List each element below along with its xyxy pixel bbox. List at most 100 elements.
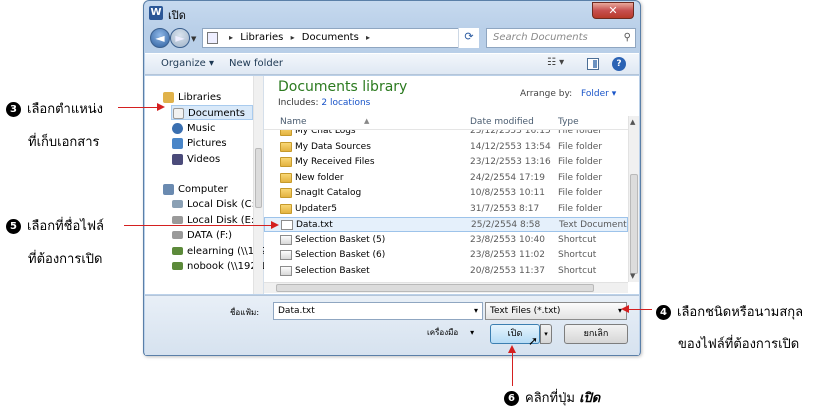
library-includes: Includes: 2 locations <box>278 98 370 108</box>
mouse-cursor-icon: ➚ <box>528 334 539 348</box>
sidebar-item-music[interactable]: Music <box>172 121 215 136</box>
breadcrumb-separator[interactable]: ▸ <box>366 33 370 42</box>
sidebar-item-data-f[interactable]: DATA (F:) <box>172 228 232 243</box>
folder-icon <box>280 188 292 198</box>
scrollbar-thumb[interactable] <box>255 148 262 208</box>
folder-icon <box>280 157 292 167</box>
sidebar-item-libraries[interactable]: Libraries <box>163 90 221 105</box>
file-row[interactable]: Data.txt 25/2/2554 8:58 Text Document <box>264 217 628 232</box>
search-icon[interactable]: ⚲ <box>624 29 631 47</box>
scrollbar-thumb[interactable] <box>630 174 638 274</box>
shortcut-icon <box>280 265 292 276</box>
address-bar[interactable]: ▸ Libraries ▸ Documents ▸ ▼ <box>202 28 479 48</box>
file-type: File folder <box>558 141 603 152</box>
file-date: 23/8/2553 10:40 <box>470 234 545 245</box>
breadcrumb-libraries[interactable]: Libraries <box>240 32 283 43</box>
filetype-select[interactable]: Text Files (*.txt) ▾ <box>485 302 627 320</box>
navigation-scrollbar[interactable] <box>253 76 263 294</box>
videos-icon <box>172 153 183 165</box>
filename-value: Data.txt <box>278 306 315 316</box>
organize-button[interactable]: Organize ▾ <box>161 58 214 69</box>
file-type: File folder <box>558 157 603 167</box>
sidebar-item-local-disk-c[interactable]: Local Disk (C:) <box>172 197 259 212</box>
change-view-button[interactable]: ☷ ▾ <box>547 57 564 68</box>
file-list-pane: Documents library Includes: 2 locations … <box>264 76 639 294</box>
folder-icon <box>280 141 292 152</box>
annotation-text: เลือกที่ชื่อไฟล์ <box>27 219 104 234</box>
file-list-vertical-scrollbar[interactable]: ▲ ▼ <box>628 116 639 282</box>
breadcrumb-documents[interactable]: Documents <box>302 32 359 43</box>
search-input[interactable]: Search Documents ⚲ <box>486 28 636 48</box>
cancel-button[interactable]: ยกเลิก <box>564 324 628 344</box>
breadcrumb-separator[interactable]: ▸ <box>291 33 295 42</box>
column-headers: ▲ Name Date modified Type <box>264 116 628 130</box>
sidebar-item-label: DATA (F:) <box>187 230 233 241</box>
file-name: Selection Basket (5) <box>295 234 386 245</box>
includes-label: Includes: <box>278 98 319 108</box>
file-row[interactable]: Selection Basket (6) 23/8/2553 11:02 Short… <box>264 248 628 263</box>
file-name: Selection Basket <box>295 265 370 276</box>
disk-icon <box>172 231 183 239</box>
new-folder-button[interactable]: New folder <box>229 58 283 69</box>
command-bar: Organize ▾ New folder ☷ ▾ ? <box>145 53 639 75</box>
refresh-button[interactable]: ⟳ <box>458 28 479 48</box>
music-icon <box>172 122 183 134</box>
locations-link[interactable]: 2 locations <box>321 98 370 108</box>
column-header-date[interactable]: Date modified <box>470 117 534 127</box>
file-row[interactable]: Selection Basket (5) 23/8/2553 10:40 Short… <box>264 233 628 248</box>
sidebar-item-label: Documents <box>188 108 246 119</box>
close-button[interactable]: ✕ <box>592 2 634 19</box>
file-row[interactable]: New folder 24/2/2554 17:19 File folder <box>264 171 628 186</box>
scroll-down-icon[interactable]: ▼ <box>630 272 635 280</box>
column-header-name[interactable]: Name <box>280 117 307 127</box>
annotation-4: 4 เลือกชนิดหรือนามสกุล <box>656 301 803 322</box>
sidebar-item-documents[interactable]: Documents <box>171 105 253 120</box>
file-row[interactable]: My Data Sources 14/12/2553 13:54 File fold… <box>264 140 628 155</box>
scrollbar-thumb[interactable] <box>276 284 594 292</box>
file-type: Shortcut <box>558 265 597 276</box>
tools-dropdown-icon: ▾ <box>470 328 475 337</box>
open-dropdown-button[interactable]: ▾ <box>540 324 552 344</box>
folder-icon <box>280 172 292 183</box>
sidebar-item-computer[interactable]: Computer <box>163 182 228 197</box>
file-row[interactable]: Updater5 31/7/2553 8:17 File folder <box>264 202 628 217</box>
forward-button[interactable]: ► <box>170 28 190 48</box>
scroll-up-icon[interactable]: ▲ <box>630 118 635 126</box>
arrange-by-dropdown[interactable]: Folder ▾ <box>581 89 616 99</box>
sidebar-item-videos[interactable]: Videos <box>172 152 220 167</box>
annotation-emphasis: เปิด <box>579 391 601 406</box>
text-document-icon <box>281 220 293 230</box>
help-icon[interactable]: ? <box>612 57 626 71</box>
filename-dropdown-icon[interactable]: ▾ <box>474 303 478 319</box>
file-type: File folder <box>558 188 603 198</box>
back-button[interactable]: ◄ <box>150 28 170 48</box>
file-row[interactable]: SnagIt Catalog 10/8/2553 10:11 File folder <box>264 186 628 201</box>
tools-button[interactable]: เครื่องมือ ▾ <box>427 326 474 339</box>
breadcrumb-separator[interactable]: ▸ <box>229 33 233 42</box>
arrange-by: Arrange by: Folder ▾ <box>520 89 616 99</box>
file-list-horizontal-scrollbar[interactable] <box>264 282 628 293</box>
file-row[interactable]: My Chat Logs 25/12/2553 16:15 File folder <box>264 130 628 139</box>
filetype-value: Text Files (*.txt) <box>490 306 561 316</box>
sidebar-item-label: Pictures <box>187 138 227 149</box>
file-row[interactable]: My Received Files 23/12/2553 13:16 File fo… <box>264 155 628 170</box>
tools-label: เครื่องมือ <box>427 328 459 337</box>
recent-locations-dropdown[interactable]: ▼ <box>191 35 196 43</box>
window-title: เปิด <box>168 9 186 22</box>
sidebar-item-pictures[interactable]: Pictures <box>172 136 227 151</box>
annotation-3: 3 เลือกตำแหน่ง <box>6 98 103 119</box>
file-date: 10/8/2553 10:11 <box>470 188 545 198</box>
page: W เปิด ✕ ◄ ► ▼ ▸ Libraries ▸ Documents ▸… <box>0 0 820 410</box>
library-icon <box>207 32 218 44</box>
navigation-bar: ◄ ► ▼ ▸ Libraries ▸ Documents ▸ ▼ ⟳ Sear… <box>150 26 636 50</box>
file-name: Selection Basket (6) <box>295 250 386 260</box>
filename-input[interactable]: Data.txt ▾ <box>273 302 483 320</box>
preview-pane-icon[interactable] <box>587 58 599 70</box>
column-header-type[interactable]: Type <box>558 117 579 127</box>
word-app-icon: W <box>149 6 163 20</box>
network-drive-icon <box>172 262 183 270</box>
file-row[interactable]: Selection Basket 20/8/2553 11:37 Shortcut <box>264 264 628 279</box>
sidebar-item-label: Videos <box>187 154 221 165</box>
folder-icon <box>280 203 292 214</box>
folder-icon <box>280 130 292 136</box>
